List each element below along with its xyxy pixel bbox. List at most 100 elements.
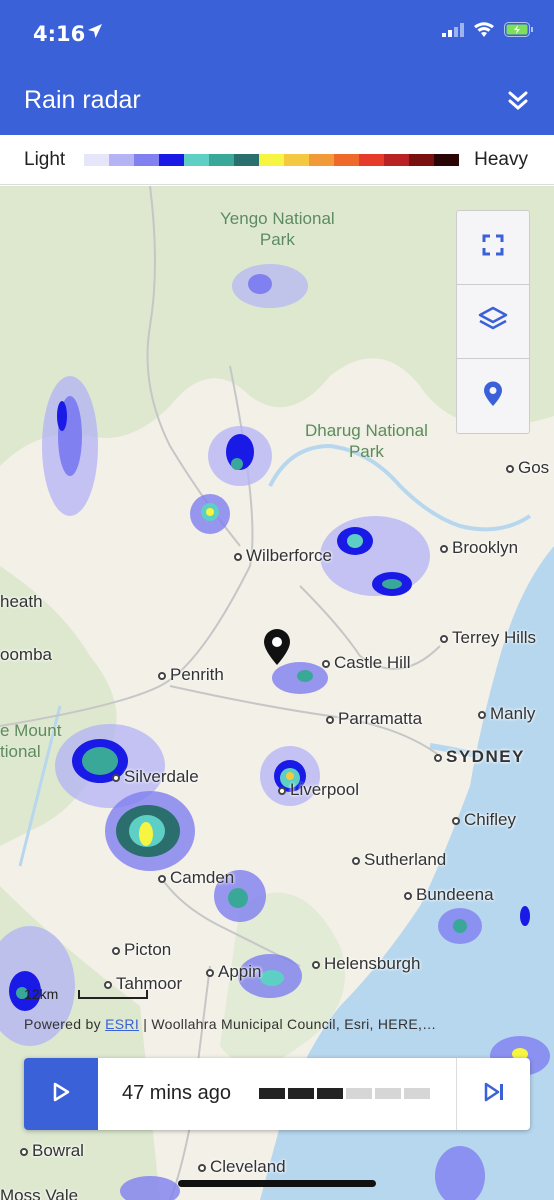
place-name: Liverpool <box>290 780 359 799</box>
frame-segment[interactable] <box>375 1088 401 1099</box>
place-appin: Appin <box>206 962 261 982</box>
legend-heavy-label: Heavy <box>474 149 528 170</box>
fullscreen-icon <box>482 234 504 261</box>
place-liverpool: Liverpool <box>278 780 359 800</box>
place-name: heath <box>0 592 43 611</box>
home-indicator <box>178 1180 376 1187</box>
place-name: SYDNEY <box>446 747 525 766</box>
play-icon <box>51 1082 71 1107</box>
header: Rain radar <box>0 70 554 130</box>
legend-light-label: Light <box>24 149 66 170</box>
place-katoomba: oomba <box>0 645 52 665</box>
map-pin-icon <box>483 381 503 412</box>
legend-swatch <box>234 154 259 166</box>
place-name: Castle Hill <box>334 653 411 672</box>
attribution-text: | Woollahra Municipal Council, Esri, HER… <box>139 1016 437 1032</box>
place-marker-dot <box>322 659 330 668</box>
place-terrey-hills: Terrey Hills <box>440 628 536 648</box>
place-marker-dot <box>506 464 514 473</box>
place-name: Bowral <box>32 1141 84 1160</box>
park-label-dharug: Dharug National Park <box>305 420 428 462</box>
legend-color-scale <box>84 154 459 166</box>
place-bowral: Bowral <box>20 1141 84 1161</box>
place-name: Camden <box>170 868 235 887</box>
place-name: Brooklyn <box>452 538 519 557</box>
place-marker-dot <box>278 786 286 795</box>
page-title: Rain radar <box>24 86 141 114</box>
map-scale-bar: 12km <box>24 986 148 1002</box>
legend-swatch <box>384 154 409 166</box>
frame-progress[interactable] <box>259 1088 430 1099</box>
park-name-line: Park <box>348 442 384 461</box>
place-manly: Manly <box>478 704 535 724</box>
park-label-yengo: Yengo National Park <box>220 208 335 250</box>
place-name: Moss Vale <box>0 1186 79 1200</box>
legend-swatch <box>209 154 234 166</box>
legend-swatch <box>159 154 184 166</box>
place-name: Parramatta <box>338 709 423 728</box>
map-attribution: Powered by ESRI | Woollahra Municipal Co… <box>24 1016 436 1032</box>
collapse-chevrons-icon[interactable] <box>504 86 532 114</box>
place-marker-dot <box>158 671 166 680</box>
place-bundeena: Bundeena <box>404 885 494 905</box>
place-name: Penrith <box>170 665 224 684</box>
place-name: Manly <box>490 704 536 723</box>
place-sydney: SYDNEY <box>434 747 525 767</box>
scale-label: 12km <box>24 986 59 1002</box>
park-name-line: Yengo National <box>220 209 335 228</box>
status-bar: 4:16 <box>0 0 554 66</box>
esri-link[interactable]: ESRI <box>105 1016 139 1032</box>
frame-segment[interactable] <box>404 1088 430 1099</box>
place-name: Helensburgh <box>324 954 421 973</box>
legend-swatch <box>84 154 109 166</box>
place-name: Wilberforce <box>246 546 332 565</box>
place-camden: Camden <box>158 868 234 888</box>
place-marker-dot <box>352 856 360 865</box>
place-marker-dot <box>326 715 334 724</box>
location-arrow-icon <box>86 22 104 45</box>
place-name: Terrey Hills <box>452 628 537 647</box>
place-marker-dot <box>104 980 112 989</box>
place-chifley: Chifley <box>452 810 516 830</box>
battery-icon <box>504 22 534 42</box>
place-sutherland: Sutherland <box>352 850 446 870</box>
legend-swatch <box>284 154 309 166</box>
frame-segment[interactable] <box>288 1088 314 1099</box>
place-name: Appin <box>218 962 262 981</box>
place-silverdale: Silverdale <box>112 767 199 787</box>
frame-segment[interactable] <box>317 1088 343 1099</box>
my-location-button[interactable] <box>457 359 529 433</box>
place-marker-dot <box>452 816 460 825</box>
park-name-line: e Mount <box>0 721 62 740</box>
frame-segment[interactable] <box>346 1088 372 1099</box>
place-marker-dot <box>434 753 442 762</box>
layers-button[interactable] <box>457 285 529 359</box>
place-brooklyn: Brooklyn <box>440 538 518 558</box>
status-icons <box>442 22 534 42</box>
legend-swatch <box>409 154 434 166</box>
place-wilberforce: Wilberforce <box>234 546 332 566</box>
place-marker-dot <box>20 1147 28 1156</box>
radar-map[interactable]: Yengo National Park Dharug National Park… <box>0 186 554 1200</box>
place-marker-dot <box>206 968 214 977</box>
place-heathcote: heath <box>0 592 43 612</box>
park-name-line: Dharug National <box>305 421 428 440</box>
place-picton: Picton <box>112 940 171 960</box>
park-name-line: Park <box>259 230 295 249</box>
place-marker-dot <box>112 946 120 955</box>
legend-swatch <box>334 154 359 166</box>
place-castle-hill: Castle Hill <box>322 653 411 673</box>
skip-to-latest-button[interactable] <box>456 1058 530 1130</box>
skip-forward-icon <box>483 1081 505 1108</box>
map-controls <box>456 210 530 434</box>
play-button[interactable] <box>24 1058 98 1130</box>
scale-line <box>78 990 148 999</box>
legend-swatch <box>359 154 384 166</box>
place-marker-dot <box>440 634 448 643</box>
location-pin-icon[interactable] <box>262 628 292 671</box>
place-marker-dot <box>198 1163 206 1172</box>
signal-icon <box>442 22 464 42</box>
fullscreen-button[interactable] <box>457 211 529 285</box>
place-name: Picton <box>124 940 172 959</box>
frame-segment[interactable] <box>259 1088 285 1099</box>
